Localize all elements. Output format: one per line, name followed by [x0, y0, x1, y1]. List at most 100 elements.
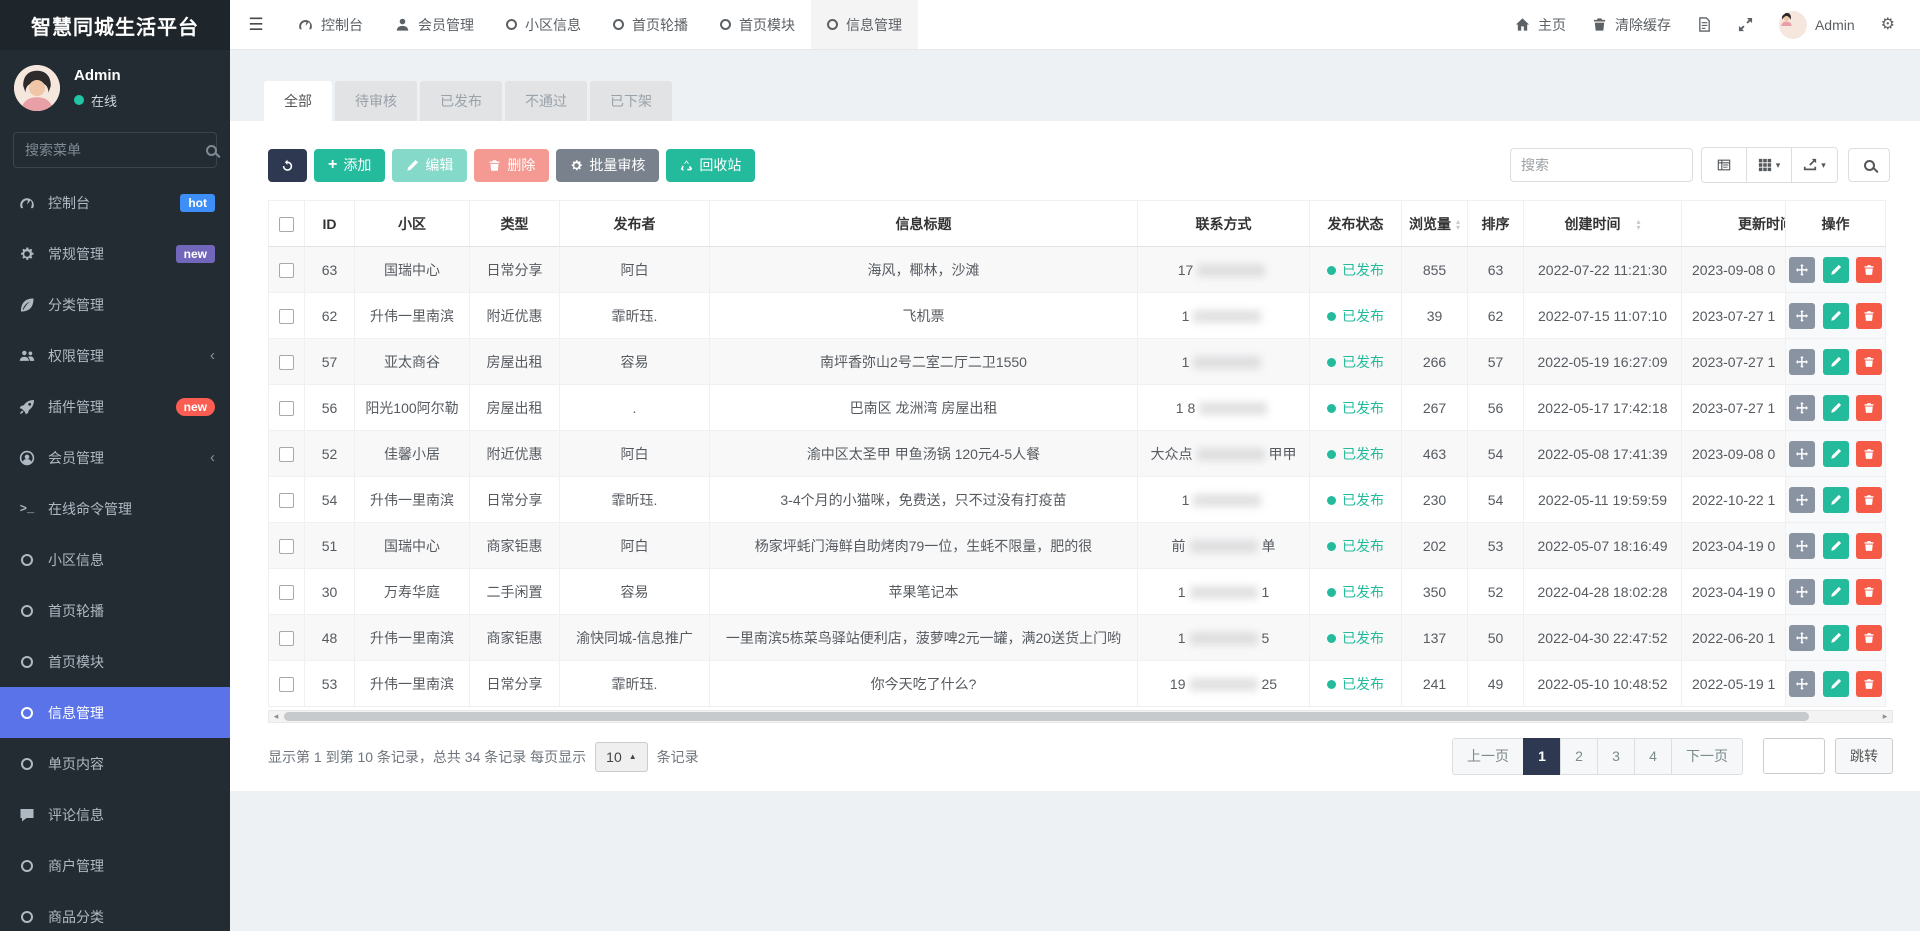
sidebar-item-home-modules[interactable]: 首页模块: [0, 636, 230, 687]
sidebar-search-input[interactable]: [25, 142, 206, 158]
recycle-bin-button[interactable]: 回收站: [666, 148, 756, 182]
user-menu[interactable]: Admin: [1766, 0, 1868, 49]
move-row-button[interactable]: [1788, 624, 1815, 651]
sidebar-item-comments[interactable]: 评论信息: [0, 789, 230, 840]
edit-row-button[interactable]: [1822, 302, 1849, 329]
sidebar-item-home-carousel[interactable]: 首页轮播: [0, 585, 230, 636]
row-checkbox[interactable]: [279, 492, 294, 508]
row-checkbox[interactable]: [279, 584, 294, 600]
refresh-button[interactable]: [268, 148, 307, 182]
search-toggle-button[interactable]: [1848, 148, 1890, 182]
page-size-dropdown[interactable]: 10 ▲: [595, 741, 648, 772]
jump-button[interactable]: 跳转: [1835, 738, 1893, 774]
sidebar-item-online-commands[interactable]: >_ 在线命令管理: [0, 483, 230, 534]
page-button-4[interactable]: 4: [1634, 738, 1672, 775]
row-checkbox[interactable]: [279, 262, 294, 278]
move-row-button[interactable]: [1788, 486, 1815, 513]
add-button[interactable]: + 添加: [314, 148, 386, 182]
edit-row-button[interactable]: [1822, 670, 1849, 697]
sidebar-item-info-management[interactable]: 信息管理: [0, 687, 230, 738]
delete-row-button[interactable]: [1856, 578, 1883, 605]
row-checkbox[interactable]: [279, 538, 294, 554]
home-button[interactable]: 主页: [1502, 0, 1579, 49]
row-checkbox[interactable]: [279, 400, 294, 416]
tab-published[interactable]: 已发布: [420, 81, 502, 121]
next-page-button[interactable]: 下一页: [1671, 738, 1743, 775]
sidebar-item-permissions[interactable]: 权限管理 ‹: [0, 330, 230, 381]
edit-row-button[interactable]: [1822, 578, 1849, 605]
topnav-item-community-info[interactable]: 小区信息: [490, 0, 597, 49]
row-checkbox[interactable]: [279, 354, 294, 370]
table-search-input[interactable]: [1510, 148, 1693, 182]
move-row-button[interactable]: [1788, 348, 1815, 375]
fullscreen-icon[interactable]: [1725, 0, 1766, 49]
page-button-3[interactable]: 3: [1597, 738, 1635, 775]
delete-row-button[interactable]: [1856, 532, 1883, 559]
col-views-sortable[interactable]: 浏览量 ▴ ▾: [1401, 200, 1468, 247]
sidebar-item-single-page[interactable]: 单页内容: [0, 738, 230, 789]
edit-row-button[interactable]: [1822, 256, 1849, 283]
hamburger-icon[interactable]: ☰: [230, 0, 282, 49]
edit-row-button[interactable]: [1822, 486, 1849, 513]
jump-page-input[interactable]: [1763, 738, 1825, 774]
delete-row-button[interactable]: [1856, 624, 1883, 651]
topnav-item-home-carousel[interactable]: 首页轮播: [597, 0, 704, 49]
row-checkbox[interactable]: [279, 446, 294, 462]
sidebar-item-community-info[interactable]: 小区信息: [0, 534, 230, 585]
move-row-button[interactable]: [1788, 440, 1815, 467]
select-all-checkbox[interactable]: [279, 216, 294, 232]
page-button-1[interactable]: 1: [1523, 738, 1561, 775]
document-icon[interactable]: [1684, 0, 1725, 49]
sidebar-item-general[interactable]: 常规管理 new: [0, 228, 230, 279]
delete-row-button[interactable]: [1856, 256, 1883, 283]
delete-row-button[interactable]: [1856, 670, 1883, 697]
delete-button[interactable]: 删除: [474, 148, 550, 182]
move-row-button[interactable]: [1788, 256, 1815, 283]
edit-row-button[interactable]: [1822, 440, 1849, 467]
topnav-item-members[interactable]: 会员管理: [379, 0, 490, 49]
move-row-button[interactable]: [1788, 394, 1815, 421]
tab-rejected[interactable]: 不通过: [505, 81, 587, 121]
delete-row-button[interactable]: [1856, 440, 1883, 467]
detail-view-button[interactable]: [1702, 148, 1747, 182]
clear-cache-button[interactable]: 清除缓存: [1579, 0, 1684, 49]
move-row-button[interactable]: [1788, 532, 1815, 559]
topnav-item-home-modules[interactable]: 首页模块: [704, 0, 811, 49]
tab-offline[interactable]: 已下架: [590, 81, 672, 121]
move-row-button[interactable]: [1788, 670, 1815, 697]
sidebar-item-merchants[interactable]: 商户管理: [0, 840, 230, 891]
tab-all[interactable]: 全部: [264, 81, 332, 121]
edit-button[interactable]: 编辑: [392, 148, 468, 182]
horizontal-scrollbar[interactable]: ◂ ▸: [268, 710, 1893, 723]
row-checkbox[interactable]: [279, 676, 294, 692]
edit-row-button[interactable]: [1822, 532, 1849, 559]
delete-row-button[interactable]: [1856, 302, 1883, 329]
row-checkbox[interactable]: [279, 308, 294, 324]
sidebar-item-plugins[interactable]: 插件管理 new: [0, 381, 230, 432]
export-button[interactable]: ▾: [1792, 148, 1837, 182]
prev-page-button[interactable]: 上一页: [1452, 738, 1524, 775]
scroll-left-icon[interactable]: ◂: [269, 711, 283, 722]
col-created-sortable[interactable]: 创建时间 ▴ ▾: [1523, 200, 1682, 247]
scroll-right-icon[interactable]: ▸: [1878, 711, 1892, 722]
topnav-item-dashboard[interactable]: 控制台: [282, 0, 379, 49]
batch-audit-button[interactable]: 批量审核: [556, 148, 660, 182]
tab-pending[interactable]: 待审核: [335, 81, 417, 121]
edit-row-button[interactable]: [1822, 348, 1849, 375]
sidebar-item-category[interactable]: 分类管理: [0, 279, 230, 330]
page-button-2[interactable]: 2: [1560, 738, 1598, 775]
delete-row-button[interactable]: [1856, 348, 1883, 375]
move-row-button[interactable]: [1788, 578, 1815, 605]
delete-row-button[interactable]: [1856, 486, 1883, 513]
sidebar-item-dashboard[interactable]: 控制台 hot: [0, 177, 230, 228]
topnav-item-info-management[interactable]: 信息管理: [811, 0, 918, 49]
edit-row-button[interactable]: [1822, 624, 1849, 651]
sidebar-item-product-categories[interactable]: 商品分类: [0, 891, 230, 931]
delete-row-button[interactable]: [1856, 394, 1883, 421]
columns-button[interactable]: ▾: [1747, 148, 1792, 182]
settings-gears-icon[interactable]: ⚙: [1868, 0, 1908, 49]
move-row-button[interactable]: [1788, 302, 1815, 329]
scrollbar-thumb[interactable]: [284, 712, 1809, 721]
edit-row-button[interactable]: [1822, 394, 1849, 421]
sidebar-item-members[interactable]: 会员管理 ‹: [0, 432, 230, 483]
